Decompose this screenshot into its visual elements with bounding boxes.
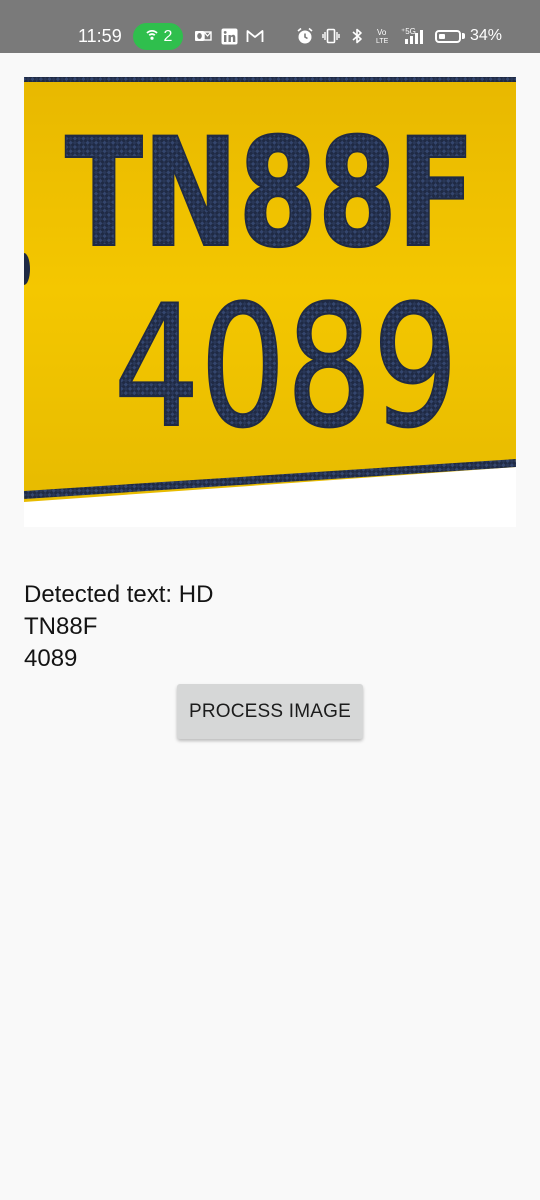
svg-text:LTE: LTE [376,38,389,45]
process-image-button[interactable]: PROCESS IMAGE [177,684,363,739]
gmail-icon [245,26,265,46]
status-time: 11:59 [78,26,122,46]
outlook-icon [193,26,213,46]
status-bar: 11:59 2 Vo LTE ⁺5G 34% [0,0,540,53]
svg-text:⁺5G: ⁺5G [401,27,416,36]
detected-text: Detected text: HD TN88F 4089 [24,581,214,672]
system-icons: Vo LTE ⁺5G 34% [295,26,502,46]
hotspot-count: 2 [163,27,173,45]
hotspot-pill[interactable]: 2 [133,23,183,50]
plate-image: TN88F 4089 [24,77,516,527]
notification-icons [193,26,265,46]
signal-5g-icon: ⁺5G [399,26,427,46]
bluetooth-icon [347,26,367,46]
battery-icon: 34% [435,26,502,46]
hotspot-icon [144,26,160,47]
svg-text:Vo: Vo [377,28,387,37]
battery-shell [435,29,461,43]
plate-text-line2: 4089 [114,269,459,465]
battery-tip [462,33,465,39]
volte-icon: Vo LTE [373,26,393,46]
alarm-icon [295,26,315,46]
battery-percent: 34% [470,27,503,44]
plate-text-line1: TN88F [65,107,475,281]
linkedin-icon [219,26,239,46]
vibrate-icon [321,26,341,46]
battery-fill [439,33,445,39]
